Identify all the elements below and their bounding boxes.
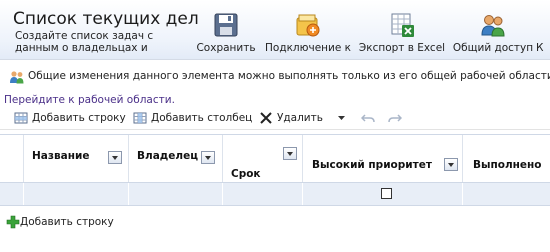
page-title: Список текущих дел — [13, 9, 199, 29]
add-row-button[interactable]: Добавить строку — [14, 111, 126, 127]
column-header[interactable]: Срок — [223, 135, 303, 183]
add-row-link-label: Добавить строку — [20, 216, 114, 228]
add-column-button[interactable]: Добавить столбец — [133, 111, 252, 127]
column-title: Срок — [231, 168, 261, 180]
add-row-link[interactable]: Добавить строку — [6, 215, 114, 229]
add-column-icon — [133, 112, 147, 124]
column-header[interactable]: Выполнено — [463, 135, 550, 183]
export-excel-button[interactable]: Экспорт в Excel — [356, 12, 448, 58]
column-title: Высокий приоритет — [312, 159, 432, 171]
save-button[interactable]: Сохранить — [194, 12, 258, 58]
add-column-label: Добавить столбец — [151, 112, 253, 124]
delete-icon — [260, 112, 272, 124]
redo-icon[interactable] — [388, 111, 402, 125]
info-message: Общие изменения данного элемента можно в… — [28, 70, 550, 82]
table-cell[interactable] — [24, 183, 129, 205]
list-toolbar: Добавить строку Добавить столбец Удалить — [0, 108, 550, 130]
excel-label: Экспорт в Excel — [358, 42, 446, 54]
column-header[interactable]: Название — [24, 135, 129, 183]
list-header: Список текущих дел Создайте список задач… — [0, 0, 550, 60]
list-table: Название Владелец Срок Высокий приоритет… — [0, 134, 550, 210]
table-cell[interactable] — [223, 183, 303, 205]
share-button[interactable]: Общий доступ — [452, 12, 534, 58]
column-header[interactable]: Владелец — [129, 135, 223, 183]
chevron-down-icon[interactable] — [337, 113, 346, 122]
table-cell[interactable] — [129, 183, 223, 205]
filter-dropdown-icon[interactable] — [108, 151, 122, 164]
column-title: Название — [32, 150, 90, 162]
excel-icon — [391, 13, 414, 37]
save-icon — [214, 13, 238, 37]
table-header-row: Название Владелец Срок Высокий приоритет… — [0, 134, 550, 183]
delete-label: Удалить — [277, 112, 323, 124]
page-subtitle: Создайте список задач с данным о владель… — [15, 30, 154, 54]
filter-dropdown-icon[interactable] — [444, 158, 458, 171]
users-icon — [481, 15, 505, 37]
high-priority-checkbox[interactable] — [381, 188, 392, 199]
connect-label: Подключение к — [265, 42, 351, 54]
users-info-icon — [10, 71, 24, 84]
filter-dropdown-icon[interactable] — [283, 147, 297, 160]
connect-icon — [296, 14, 320, 37]
column-title: Владелец — [137, 150, 198, 162]
delete-button[interactable]: Удалить — [259, 111, 323, 127]
more-button[interactable]: К — [536, 12, 550, 58]
connect-button[interactable]: Подключение к — [262, 12, 354, 58]
row-selector-header — [0, 135, 24, 183]
table-cell[interactable] — [463, 183, 550, 205]
share-label: Общий доступ — [452, 42, 534, 54]
workspace-link[interactable]: Перейдите к рабочей области. — [4, 94, 175, 106]
add-row-icon — [14, 112, 28, 124]
add-row-label: Добавить строку — [32, 112, 126, 124]
table-row[interactable] — [0, 182, 550, 206]
filter-dropdown-icon[interactable] — [201, 151, 215, 164]
more-label: К — [536, 42, 544, 54]
row-selector[interactable] — [0, 183, 24, 205]
undo-icon[interactable] — [361, 111, 375, 125]
column-title: Выполнено — [473, 159, 542, 171]
column-header[interactable]: Высокий приоритет — [303, 135, 463, 183]
plus-icon — [6, 215, 20, 229]
save-label: Сохранить — [196, 42, 256, 54]
